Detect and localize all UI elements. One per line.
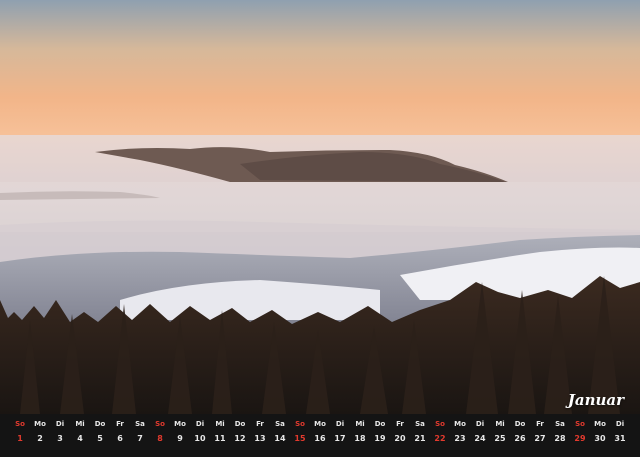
day-number: 21 (414, 434, 426, 443)
day-number: 16 (314, 434, 326, 443)
day-cell: Sa 28 (550, 419, 570, 446)
weekday-label: Do (374, 420, 386, 428)
weekday-label: Do (514, 420, 526, 428)
day-cell: Fr 20 (390, 419, 410, 446)
day-cell: Do 5 (90, 419, 110, 446)
day-number: 13 (254, 434, 266, 443)
day-number: 19 (374, 434, 386, 443)
day-cell: Di 24 (470, 419, 490, 446)
day-number: 22 (434, 434, 446, 443)
day-cell: Mo 2 (30, 419, 50, 446)
weekday-label: Do (234, 420, 246, 428)
weekday-label: So (435, 420, 445, 428)
weekday-label: Fr (536, 420, 544, 428)
weekday-label: Di (615, 420, 625, 428)
weekday-label: Mi (75, 420, 85, 428)
day-cell: Mo 30 (590, 419, 610, 446)
day-cell: So 1 (10, 419, 30, 446)
day-cell: Mi 18 (350, 419, 370, 446)
day-number: 3 (57, 434, 63, 443)
day-number: 27 (534, 434, 546, 443)
day-cell: Sa 7 (130, 419, 150, 446)
weekday-label: Mo (454, 420, 466, 428)
weekday-label: So (15, 420, 25, 428)
weekday-label: Mo (174, 420, 186, 428)
day-cell: Mi 11 (210, 419, 230, 446)
day-cell: Sa 14 (270, 419, 290, 446)
day-cell: Mo 9 (170, 419, 190, 446)
day-cell: Di 17 (330, 419, 350, 446)
day-number: 5 (97, 434, 103, 443)
winter-sunrise-illustration (0, 0, 640, 414)
day-number: 8 (157, 434, 163, 443)
day-number: 23 (454, 434, 466, 443)
weekday-label: Mo (314, 420, 326, 428)
day-cell: Mo 16 (310, 419, 330, 446)
landscape-photo (0, 0, 640, 414)
day-cell: So 22 (430, 419, 450, 446)
day-cell: Di 10 (190, 419, 210, 446)
day-number: 6 (117, 434, 123, 443)
day-number: 12 (234, 434, 246, 443)
weekday-label: Mi (215, 420, 225, 428)
day-cell: Do 19 (370, 419, 390, 446)
day-cell: Do 12 (230, 419, 250, 446)
weekday-label: Di (195, 420, 205, 428)
day-number: 26 (514, 434, 526, 443)
days-row: So 1 Mo 2 Di 3 Mi 4 Do 5 Fr 6 Sa 7 So 8 Mo 9 Di 10 Mi 11 Do 12 F… (10, 419, 630, 446)
weekday-label: Fr (116, 420, 124, 428)
day-cell: Mo 23 (450, 419, 470, 446)
weekday-label: So (155, 420, 165, 428)
calendar-page: Januar So 1 Mo 2 Di 3 Mi 4 Do 5 Fr 6 Sa 7 So 8 Mo 9 Di 10 Mi… (0, 0, 640, 457)
day-number: 25 (494, 434, 506, 443)
day-cell: Do 26 (510, 419, 530, 446)
day-number: 31 (614, 434, 626, 443)
weekday-label: Fr (256, 420, 264, 428)
day-number: 29 (574, 434, 586, 443)
weekday-label: So (295, 420, 305, 428)
day-cell: Fr 13 (250, 419, 270, 446)
day-number: 24 (474, 434, 486, 443)
day-number: 20 (394, 434, 406, 443)
day-number: 9 (177, 434, 183, 443)
weekday-label: Mo (594, 420, 606, 428)
day-cell: Di 31 (610, 419, 630, 446)
day-cell: So 29 (570, 419, 590, 446)
day-number: 17 (334, 434, 346, 443)
weekday-label: Sa (135, 420, 145, 428)
weekday-label: Fr (396, 420, 404, 428)
weekday-label: Mi (495, 420, 505, 428)
day-number: 1 (17, 434, 23, 443)
calendar-strip: So 1 Mo 2 Di 3 Mi 4 Do 5 Fr 6 Sa 7 So 8 Mo 9 Di 10 Mi 11 Do 12 F… (0, 414, 640, 457)
day-number: 11 (214, 434, 226, 443)
weekday-label: Sa (415, 420, 425, 428)
day-cell: So 15 (290, 419, 310, 446)
day-number: 28 (554, 434, 566, 443)
day-cell: Fr 27 (530, 419, 550, 446)
day-cell: Sa 21 (410, 419, 430, 446)
weekday-label: So (575, 420, 585, 428)
weekday-label: Mi (355, 420, 365, 428)
weekday-label: Di (55, 420, 65, 428)
weekday-label: Mo (34, 420, 46, 428)
day-cell: So 8 (150, 419, 170, 446)
day-number: 30 (594, 434, 606, 443)
weekday-label: Di (335, 420, 345, 428)
day-number: 18 (354, 434, 366, 443)
day-number: 15 (294, 434, 306, 443)
day-cell: Mi 4 (70, 419, 90, 446)
weekday-label: Do (94, 420, 106, 428)
day-cell: Di 3 (50, 419, 70, 446)
day-cell: Mi 25 (490, 419, 510, 446)
weekday-label: Di (475, 420, 485, 428)
month-label: Januar (567, 391, 624, 409)
day-number: 2 (37, 434, 43, 443)
weekday-label: Sa (275, 420, 285, 428)
day-number: 7 (137, 434, 143, 443)
day-cell: Fr 6 (110, 419, 130, 446)
day-number: 14 (274, 434, 286, 443)
day-number: 10 (194, 434, 206, 443)
day-number: 4 (77, 434, 83, 443)
weekday-label: Sa (555, 420, 565, 428)
